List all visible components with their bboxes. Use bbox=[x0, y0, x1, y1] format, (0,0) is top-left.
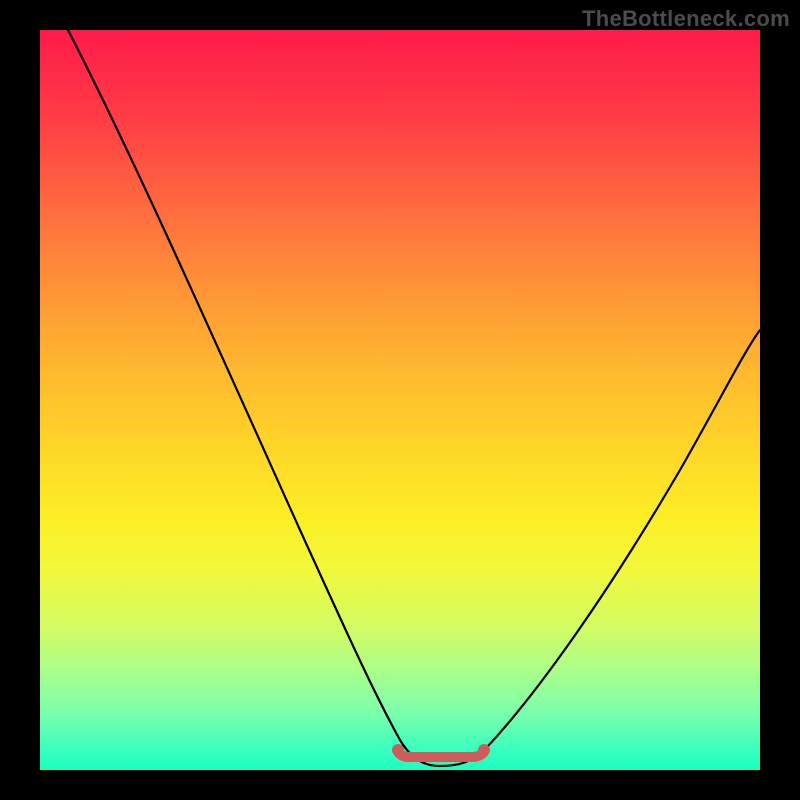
flat-zone-dot-right bbox=[478, 744, 490, 756]
flat-zone-dot-left bbox=[392, 744, 404, 756]
bottleneck-curve bbox=[68, 30, 760, 766]
bottleneck-chart: TheBottleneck.com bbox=[0, 0, 800, 800]
watermark-text: TheBottleneck.com bbox=[582, 6, 790, 32]
plot-area bbox=[40, 30, 760, 770]
curve-layer bbox=[40, 30, 760, 770]
flat-zone-marker bbox=[398, 752, 484, 757]
